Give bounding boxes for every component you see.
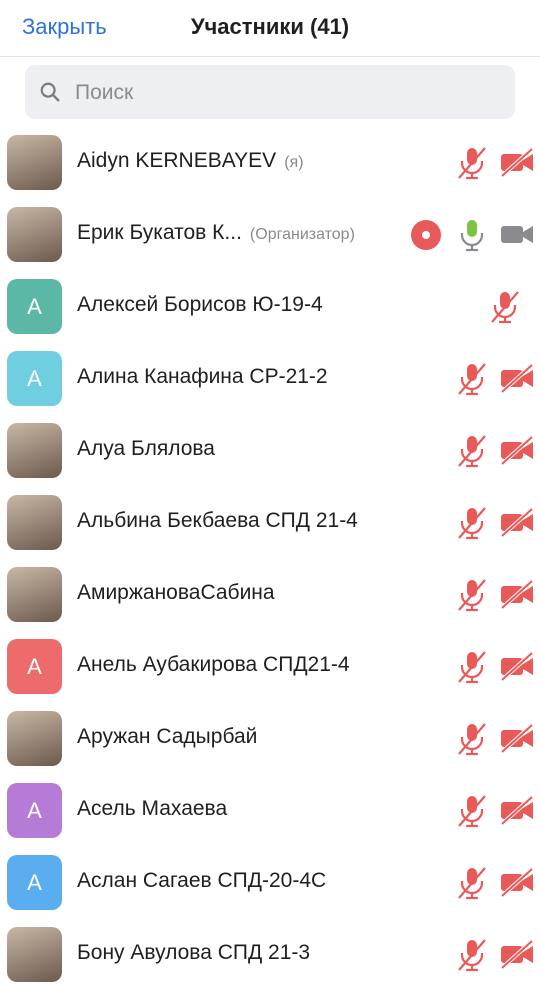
camera-off-icon[interactable] xyxy=(499,795,535,825)
mic-muted-icon[interactable] xyxy=(455,721,489,757)
avatar xyxy=(7,423,62,478)
mic-muted-icon[interactable] xyxy=(455,577,489,613)
participant-row[interactable]: Аружан Садырбай xyxy=(0,703,540,775)
participant-name: Анель Аубакирова СПД21-4 xyxy=(77,653,350,677)
participant-name: Альбина Бекбаева СПД 21-4 xyxy=(77,509,358,533)
search-input[interactable] xyxy=(73,73,497,113)
page-title: Участники (41) xyxy=(190,14,350,39)
avatar xyxy=(7,927,62,982)
camera-off-icon[interactable] xyxy=(499,579,535,609)
participant-role: (Организатор) xyxy=(249,226,355,243)
avatar xyxy=(7,207,62,262)
participant-name-text: Алексей Борисов Ю-19-4 xyxy=(77,293,323,316)
participant-row[interactable]: Алуа Блялова xyxy=(0,415,540,487)
participant-list: Aidyn KERNEBAYEV (я) Ерик Букатов К... (Ор… xyxy=(0,127,540,991)
mic-muted-icon[interactable] xyxy=(455,937,489,973)
avatar xyxy=(7,567,62,622)
participant-role: (я) xyxy=(284,154,304,171)
participant-name-text: Анель Аубакирова СПД21-4 xyxy=(77,653,350,676)
participant-name: Алексей Борисов Ю-19-4 xyxy=(77,293,323,317)
participant-row[interactable]: Альбина Бекбаева СПД 21-4 xyxy=(0,487,540,559)
participant-name: Ерик Букатов К... (Организатор) xyxy=(77,221,355,245)
participant-name-text: Ерик Букатов К... xyxy=(77,221,242,244)
top-bar: Закрыть Участники (41) xyxy=(0,0,540,57)
camera-on-icon[interactable] xyxy=(499,219,535,249)
participant-row[interactable]: A Алина Канафина СР-21-2 xyxy=(0,343,540,415)
camera-off-icon[interactable] xyxy=(499,435,535,465)
recording-icon[interactable] xyxy=(411,220,441,250)
participant-row[interactable]: A Аслан Сагаев СПД-20-4С xyxy=(0,847,540,919)
participant-name-text: Алина Канафина СР-21-2 xyxy=(77,365,328,388)
avatar: A xyxy=(7,279,62,334)
participant-name: Аружан Садырбай xyxy=(77,725,257,749)
camera-off-icon[interactable] xyxy=(499,867,535,897)
mic-muted-icon[interactable] xyxy=(455,865,489,901)
search-icon xyxy=(40,82,60,102)
search-bar xyxy=(25,65,515,119)
avatar xyxy=(7,495,62,550)
participant-row[interactable]: A Анель Аубакирова СПД21-4 xyxy=(0,631,540,703)
avatar-initial: A xyxy=(27,653,42,679)
camera-off-icon[interactable] xyxy=(499,363,535,393)
participant-name: АмиржановаСабина xyxy=(77,581,275,605)
avatar xyxy=(7,135,62,190)
participant-name-text: Аслан Сагаев СПД-20-4С xyxy=(77,869,327,892)
mic-muted-icon[interactable] xyxy=(455,505,489,541)
participant-row[interactable]: A Асель Махаева xyxy=(0,775,540,847)
participant-name: Алуа Блялова xyxy=(77,437,215,461)
camera-off-icon[interactable] xyxy=(499,723,535,753)
camera-off-icon[interactable] xyxy=(499,147,535,177)
avatar: A xyxy=(7,351,62,406)
avatar: A xyxy=(7,855,62,910)
avatar-initial: A xyxy=(27,293,42,319)
participant-name-text: Асель Махаева xyxy=(77,797,228,820)
mic-muted-icon[interactable] xyxy=(488,289,522,325)
participant-row[interactable]: Ерик Букатов К... (Организатор) xyxy=(0,199,540,271)
participant-name-text: АмиржановаСабина xyxy=(77,581,275,604)
participant-name-text: Аружан Садырбай xyxy=(77,725,258,748)
avatar-initial: A xyxy=(27,797,42,823)
avatar-initial: A xyxy=(27,365,42,391)
participant-name: Бону Авулова СПД 21-3 xyxy=(77,941,310,965)
mic-muted-icon[interactable] xyxy=(455,793,489,829)
participant-name: Асель Махаева xyxy=(77,797,227,821)
participant-row[interactable]: Aidyn KERNEBAYEV (я) xyxy=(0,127,540,199)
camera-off-icon[interactable] xyxy=(499,651,535,681)
camera-off-icon[interactable] xyxy=(499,507,535,537)
participant-row[interactable]: Бону Авулова СПД 21-3 xyxy=(0,919,540,991)
participant-name-text: Бону Авулова СПД 21-3 xyxy=(77,941,311,964)
mic-on-icon[interactable] xyxy=(455,217,489,253)
avatar: A xyxy=(7,639,62,694)
participant-name: Аслан Сагаев СПД-20-4С xyxy=(77,869,326,893)
mic-muted-icon[interactable] xyxy=(455,361,489,397)
mic-muted-icon[interactable] xyxy=(455,433,489,469)
participant-row[interactable]: A Алексей Борисов Ю-19-4 xyxy=(0,271,540,343)
avatar: A xyxy=(7,783,62,838)
participant-row[interactable]: АмиржановаСабина xyxy=(0,559,540,631)
avatar xyxy=(7,711,62,766)
avatar-initial: A xyxy=(27,869,42,895)
mic-muted-icon[interactable] xyxy=(455,649,489,685)
participant-name: Aidyn KERNEBAYEV (я) xyxy=(77,149,304,173)
participant-name-text: Альбина Бекбаева СПД 21-4 xyxy=(77,509,358,532)
camera-off-icon[interactable] xyxy=(499,939,535,969)
participant-name-text: Aidyn KERNEBAYEV xyxy=(77,149,277,172)
participant-name: Алина Канафина СР-21-2 xyxy=(77,365,328,389)
mic-muted-icon[interactable] xyxy=(455,145,489,181)
participant-name-text: Алуа Блялова xyxy=(77,437,215,460)
